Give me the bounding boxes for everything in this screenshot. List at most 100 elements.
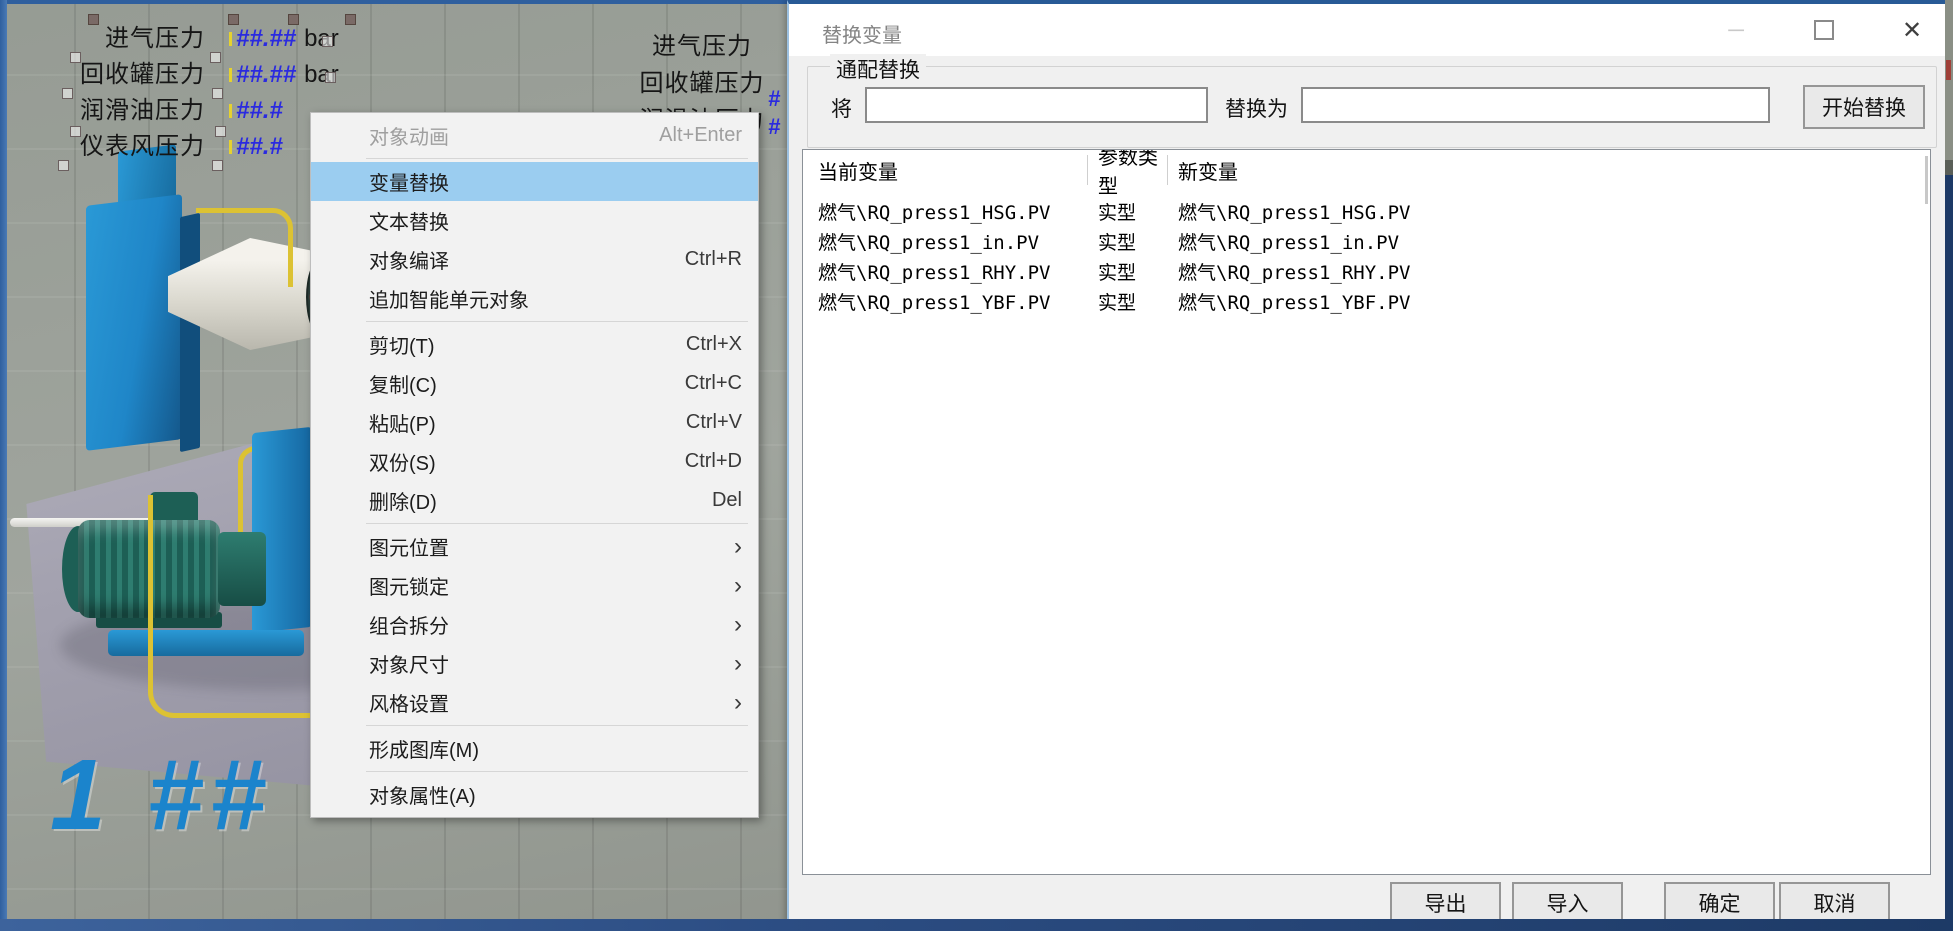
find-input[interactable] <box>865 87 1208 123</box>
selection-handle[interactable] <box>345 14 356 25</box>
selection-handle[interactable] <box>212 160 223 171</box>
menu-item-13[interactable]: 图元位置› <box>311 527 758 566</box>
menu-item-label: 文本替换 <box>369 206 449 235</box>
selection-handle[interactable] <box>212 88 223 99</box>
menu-item-11[interactable]: 删除(D) Del <box>311 481 758 520</box>
cell-current-variable: 燃气\RQ_press1_in.PV <box>803 228 1088 255</box>
menu-item-21[interactable]: 对象属性(A) <box>311 775 758 814</box>
maximize-icon <box>1814 20 1834 40</box>
cancel-button[interactable]: 取消 <box>1779 882 1890 923</box>
menu-item-0[interactable]: 对象动画Alt+Enter <box>311 116 758 155</box>
pressure-label[interactable]: 进气压力 <box>612 26 790 63</box>
yellow-pipe <box>148 495 318 718</box>
pressure-value: ##.## <box>229 61 296 89</box>
selection-handle[interactable] <box>325 72 336 83</box>
submenu-arrow-icon: › <box>734 574 742 598</box>
header-new-variable[interactable]: 新变量 <box>1168 155 1930 185</box>
selection-handle[interactable] <box>322 36 333 47</box>
menu-item-3[interactable]: 文本替换 <box>311 201 758 240</box>
menu-item-label: 对象尺寸 <box>369 649 449 678</box>
selection-handle[interactable] <box>215 126 226 137</box>
value-fragment: # <box>768 86 780 112</box>
menu-shortcut: Ctrl+D <box>685 450 742 473</box>
menu-shortcut: Ctrl+R <box>685 248 742 271</box>
menu-item-19[interactable]: 形成图库(M) <box>311 729 758 768</box>
menu-item-label: 剪切(T) <box>369 330 435 359</box>
menu-separator <box>366 523 748 524</box>
window-border-left <box>0 0 7 931</box>
menu-item-14[interactable]: 图元锁定 › <box>311 566 758 605</box>
menu-item-label: 删除(D) <box>369 486 437 515</box>
window-border-top <box>0 0 790 4</box>
menu-item-label: 变量替换 <box>369 167 449 196</box>
menu-item-10[interactable]: 双份(S) Ctrl+D <box>311 442 758 481</box>
menu-item-label: 图元锁定 <box>369 571 449 600</box>
menu-item-9[interactable]: 粘贴(P) Ctrl+V <box>311 403 758 442</box>
pressure-value: ##.## <box>229 25 296 53</box>
selection-handle[interactable] <box>70 126 81 137</box>
cell-new-variable: 燃气\RQ_press1_in.PV <box>1168 228 1930 255</box>
window-border-bottom <box>0 919 1953 931</box>
yellow-pipe <box>196 208 293 287</box>
dialog-title: 替换变量 <box>822 19 902 48</box>
replace-input[interactable] <box>1301 87 1770 123</box>
menu-item-label: 追加智能单元对象 <box>369 284 529 313</box>
group-label: 通配替换 <box>830 54 926 84</box>
import-button[interactable]: 导入 <box>1512 882 1623 923</box>
selection-handle[interactable] <box>210 52 221 63</box>
start-replace-button[interactable]: 开始替换 <box>1803 85 1925 129</box>
menu-item-label: 粘贴(P) <box>369 408 436 437</box>
pressure-label: 回收罐压力 <box>75 54 205 89</box>
replace-variable-dialog: 替换变量 ─ ✕ 通配替换 将 替换为 开始替换 当 <box>787 0 1947 924</box>
selection-handle[interactable] <box>88 14 99 25</box>
scrollbar-thumb[interactable] <box>1925 156 1928 204</box>
variables-table: 当前变量 参数类型 新变量 燃气\RQ_press1_HSG.PV实型燃气\RQ… <box>802 149 1931 875</box>
cell-parameter-type: 实型 <box>1088 198 1168 225</box>
cell-parameter-type: 实型 <box>1088 288 1168 315</box>
submenu-arrow-icon: › <box>734 691 742 715</box>
selection-handle[interactable] <box>228 14 239 25</box>
minimize-icon: ─ <box>1728 25 1744 35</box>
menu-item-15[interactable]: 组合拆分› <box>311 605 758 644</box>
menu-item-label: 对象属性(A) <box>369 780 476 809</box>
pressure-value: ##.# <box>229 133 283 161</box>
pressure-value: ##.# <box>229 97 283 125</box>
table-row[interactable]: 燃气\RQ_press1_YBF.PV实型燃气\RQ_press1_YBF.PV <box>803 286 1930 316</box>
table-row[interactable]: 燃气\RQ_press1_HSG.PV实型燃气\RQ_press1_HSG.PV <box>803 196 1930 226</box>
menu-shortcut: Del <box>712 489 742 512</box>
selection-handle[interactable] <box>70 52 81 63</box>
submenu-arrow-icon: › <box>734 652 742 676</box>
table-row[interactable]: 燃气\RQ_press1_RHY.PV实型燃气\RQ_press1_RHY.PV <box>803 256 1930 286</box>
dialog-titlebar[interactable]: 替换变量 ─ ✕ <box>789 4 1947 56</box>
menu-item-17[interactable]: 风格设置› <box>311 683 758 722</box>
maximize-button[interactable] <box>1807 15 1841 45</box>
menu-shortcut: Ctrl+X <box>686 333 742 356</box>
menu-shortcut: Ctrl+C <box>685 372 742 395</box>
minimize-button[interactable]: ─ <box>1719 15 1753 45</box>
selection-handle[interactable] <box>288 14 299 25</box>
table-header: 当前变量 参数类型 新变量 <box>803 150 1930 190</box>
header-current-variable[interactable]: 当前变量 <box>803 155 1088 185</box>
table-row[interactable]: 燃气\RQ_press1_in.PV实型燃气\RQ_press1_in.PV <box>803 226 1930 256</box>
menu-item-4[interactable]: 对象编译Ctrl+R <box>311 240 758 279</box>
menu-item-label: 形成图库(M) <box>369 734 479 763</box>
cell-new-variable: 燃气\RQ_press1_YBF.PV <box>1168 288 1930 315</box>
close-button[interactable]: ✕ <box>1895 15 1929 45</box>
export-button[interactable]: 导出 <box>1390 882 1501 923</box>
menu-shortcut: Ctrl+V <box>686 411 742 434</box>
menu-item-2[interactable]: 变量替换 <box>311 162 758 201</box>
selection-handle[interactable] <box>58 160 69 171</box>
header-parameter-type[interactable]: 参数类型 <box>1088 155 1168 185</box>
cell-current-variable: 燃气\RQ_press1_RHY.PV <box>803 258 1088 285</box>
menu-item-16[interactable]: 对象尺寸 › <box>311 644 758 683</box>
menu-item-label: 双份(S) <box>369 447 436 476</box>
pressure-label[interactable]: 回收罐压力 <box>612 63 790 100</box>
value-fragment: # <box>768 114 780 140</box>
cell-parameter-type: 实型 <box>1088 258 1168 285</box>
menu-item-5[interactable]: 追加智能单元对象 <box>311 279 758 318</box>
menu-item-7[interactable]: 剪切(T) Ctrl+X <box>311 325 758 364</box>
ok-button[interactable]: 确定 <box>1664 882 1775 923</box>
menu-item-8[interactable]: 复制(C)Ctrl+C <box>311 364 758 403</box>
selection-handle[interactable] <box>62 88 73 99</box>
unit-number-caption[interactable]: 1 ## <box>50 738 273 853</box>
